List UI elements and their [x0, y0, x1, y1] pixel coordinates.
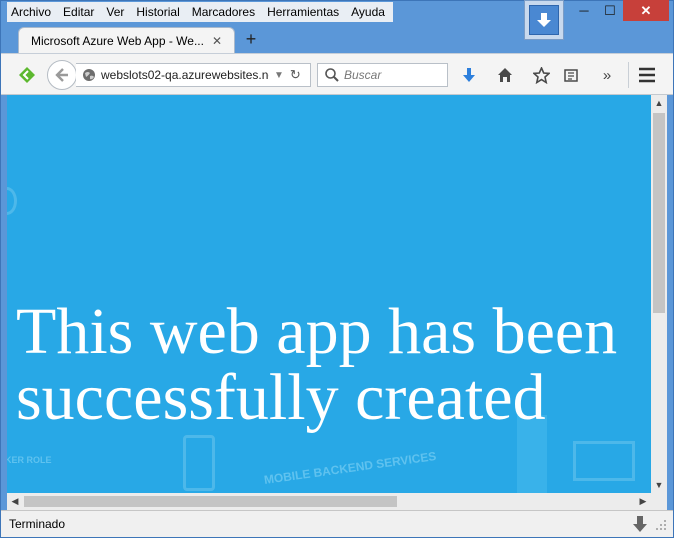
scroll-up-arrow-icon[interactable]: ▲: [651, 95, 667, 111]
navigation-toolbar: webslots02-qa.azurewebsites.ne ▼ ↻ Busca…: [1, 53, 673, 95]
url-text[interactable]: webslots02-qa.azurewebsites.ne: [101, 68, 269, 82]
horizontal-scrollbar[interactable]: ◀ ▶: [7, 493, 651, 510]
minimize-button[interactable]: ─: [571, 0, 597, 21]
menu-marcadores[interactable]: Marcadores: [192, 5, 255, 19]
vertical-scroll-thumb[interactable]: [653, 113, 665, 313]
scrollbar-corner: [651, 493, 667, 510]
decorative-window-shape: [573, 441, 635, 481]
resize-grip-icon[interactable]: [655, 519, 667, 531]
maximize-button[interactable]: ☐: [597, 0, 623, 21]
status-text: Terminado: [9, 517, 66, 531]
reload-icon[interactable]: ↻: [290, 67, 301, 83]
page-headline: This web app has been successfully creat…: [16, 299, 617, 431]
menu-herramientas[interactable]: Herramientas: [267, 5, 339, 19]
bookmarks-menu-icon[interactable]: [561, 65, 581, 85]
status-download-icon[interactable]: [631, 515, 649, 533]
back-button[interactable]: [47, 60, 77, 90]
bookmark-star-icon[interactable]: [531, 65, 551, 85]
url-dropdown-icon[interactable]: ▼: [274, 70, 284, 81]
download-indicator[interactable]: [524, 0, 564, 40]
menu-historial[interactable]: Historial: [136, 5, 179, 19]
search-bar[interactable]: Buscar: [317, 63, 448, 87]
background-label-mobile: MOBILE BACKEND SERVICES: [263, 448, 438, 487]
url-bar[interactable]: webslots02-qa.azurewebsites.ne ▼ ↻: [76, 63, 311, 87]
addon-icon[interactable]: [18, 66, 36, 84]
downloads-icon[interactable]: [459, 65, 479, 85]
menu-archivo[interactable]: Archivo: [11, 5, 51, 19]
home-icon[interactable]: [495, 65, 515, 85]
menu-ayuda[interactable]: Ayuda: [351, 5, 385, 19]
overflow-chevron-icon[interactable]: »: [597, 65, 617, 85]
decorative-phone-shape: [183, 435, 215, 491]
scroll-left-arrow-icon[interactable]: ◀: [7, 493, 23, 510]
background-label-role: KER ROLE: [7, 455, 52, 465]
search-icon: [325, 68, 339, 82]
new-tab-button[interactable]: +: [242, 29, 260, 49]
scroll-right-arrow-icon[interactable]: ▶: [635, 493, 651, 510]
horizontal-scroll-thumb[interactable]: [24, 496, 397, 507]
search-placeholder: Buscar: [344, 68, 382, 82]
hamburger-menu-icon[interactable]: [637, 65, 657, 85]
menu-bar: Archivo Editar Ver Historial Marcadores …: [7, 2, 393, 22]
vertical-scrollbar[interactable]: ▲ ▼: [651, 95, 667, 493]
status-bar: Terminado: [1, 510, 673, 537]
close-window-button[interactable]: ✕: [623, 0, 669, 21]
toolbar-separator: [628, 62, 629, 88]
tab-active[interactable]: Microsoft Azure Web App - We... ✕: [18, 27, 235, 54]
menu-ver[interactable]: Ver: [106, 5, 124, 19]
download-arrow-icon: [529, 5, 559, 35]
menu-editar[interactable]: Editar: [63, 5, 94, 19]
headline-line-1: This web app has been: [16, 295, 618, 368]
tab-title: Microsoft Azure Web App - We...: [31, 34, 204, 48]
decorative-globe-shape: [7, 187, 17, 215]
back-arrow-icon: [55, 68, 68, 82]
scroll-down-arrow-icon[interactable]: ▼: [651, 477, 667, 493]
tab-close-icon[interactable]: ✕: [212, 34, 222, 48]
page-viewport: MOBILE BACKEND SERVICES KER ROLE This we…: [7, 95, 651, 493]
globe-icon: [83, 69, 95, 81]
headline-line-2: successfully created: [16, 361, 546, 434]
